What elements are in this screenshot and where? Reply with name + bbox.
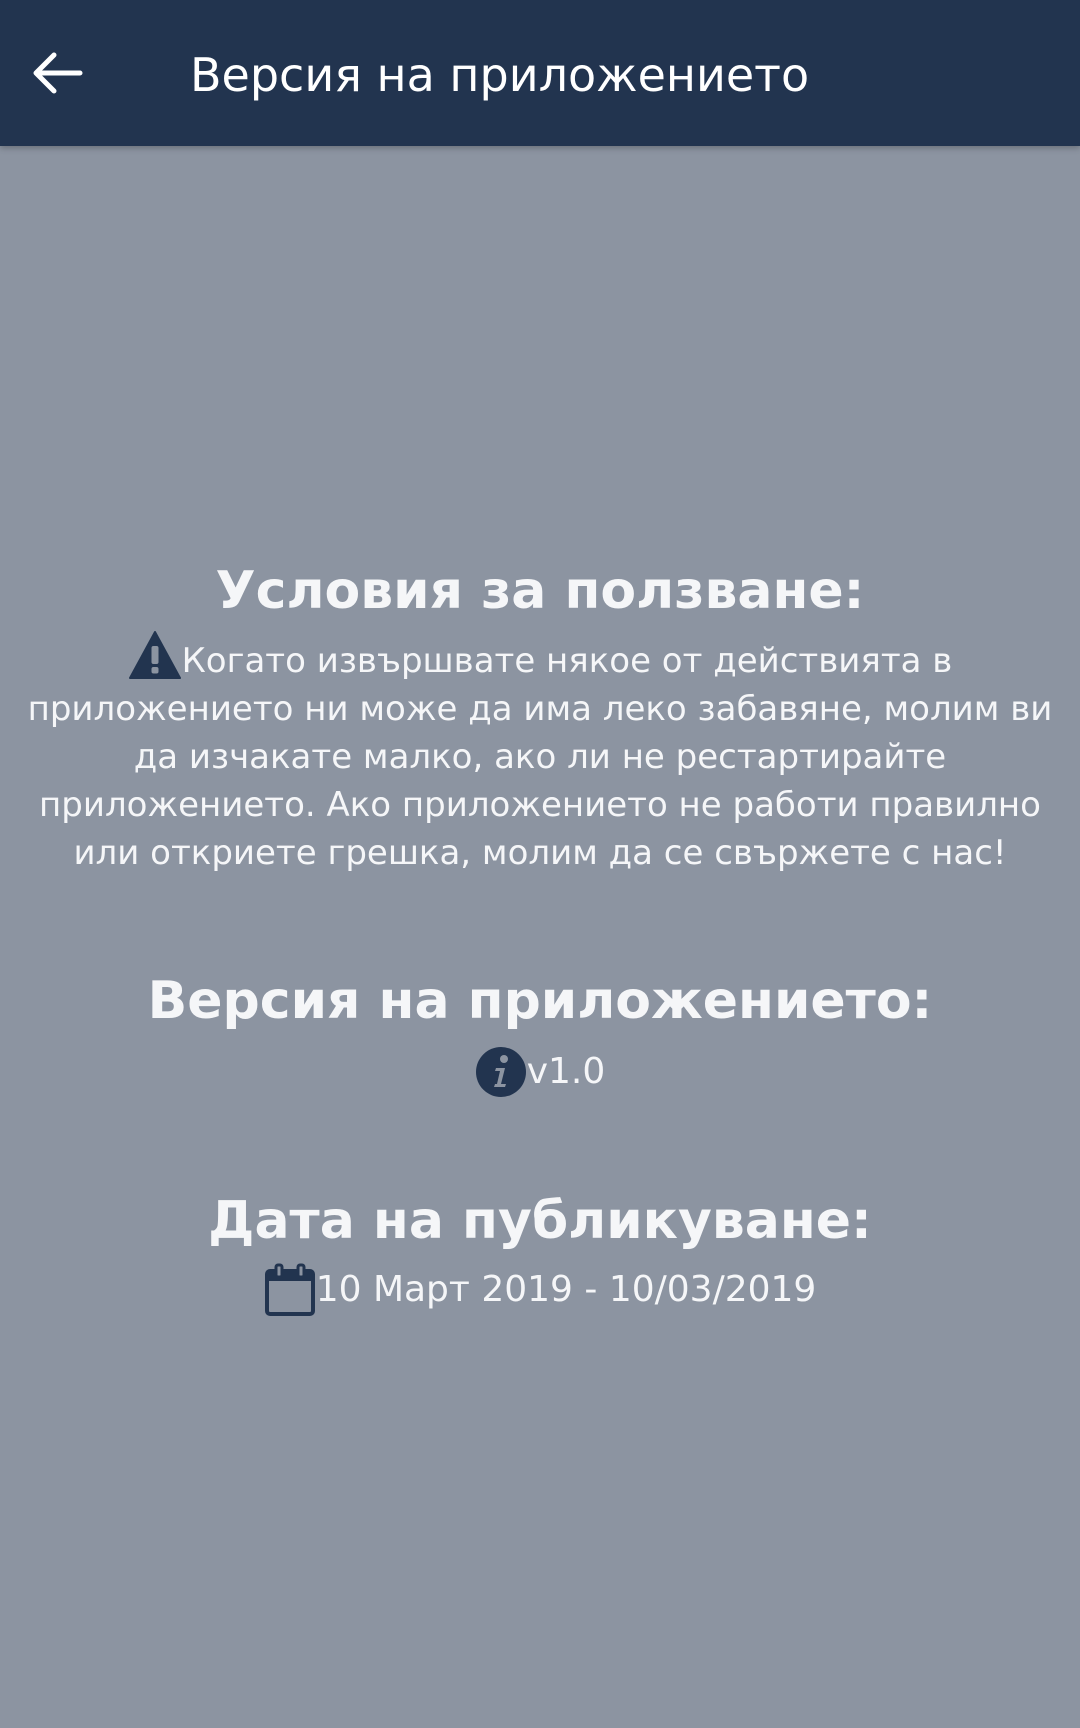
warning-icon — [128, 631, 181, 679]
page-title: Версия на приложението — [190, 48, 810, 102]
back-button[interactable] — [18, 33, 98, 113]
terms-text-block: Когато извършвате някое от действията в … — [10, 630, 1070, 877]
app-bar: Версия на приложението — [0, 0, 1080, 146]
publish-date-value: 10 Март 2019 - 10/03/2019 — [315, 1269, 817, 1310]
publish-date-row: 10 Март 2019 - 10/03/2019 — [0, 1262, 1080, 1318]
calendar-icon — [264, 1263, 315, 1316]
version-row: v1.0 — [0, 1044, 1080, 1100]
arrow-left-icon — [33, 52, 83, 94]
version-heading: Версия на приложението: — [147, 971, 933, 1031]
terms-heading: Условия за ползване: — [215, 561, 865, 621]
info-icon — [475, 1047, 526, 1097]
terms-text: Когато извършвате някое от действията в … — [27, 641, 1053, 873]
version-value: v1.0 — [526, 1051, 606, 1092]
publish-date-heading: Дата на публикуване: — [208, 1191, 872, 1251]
